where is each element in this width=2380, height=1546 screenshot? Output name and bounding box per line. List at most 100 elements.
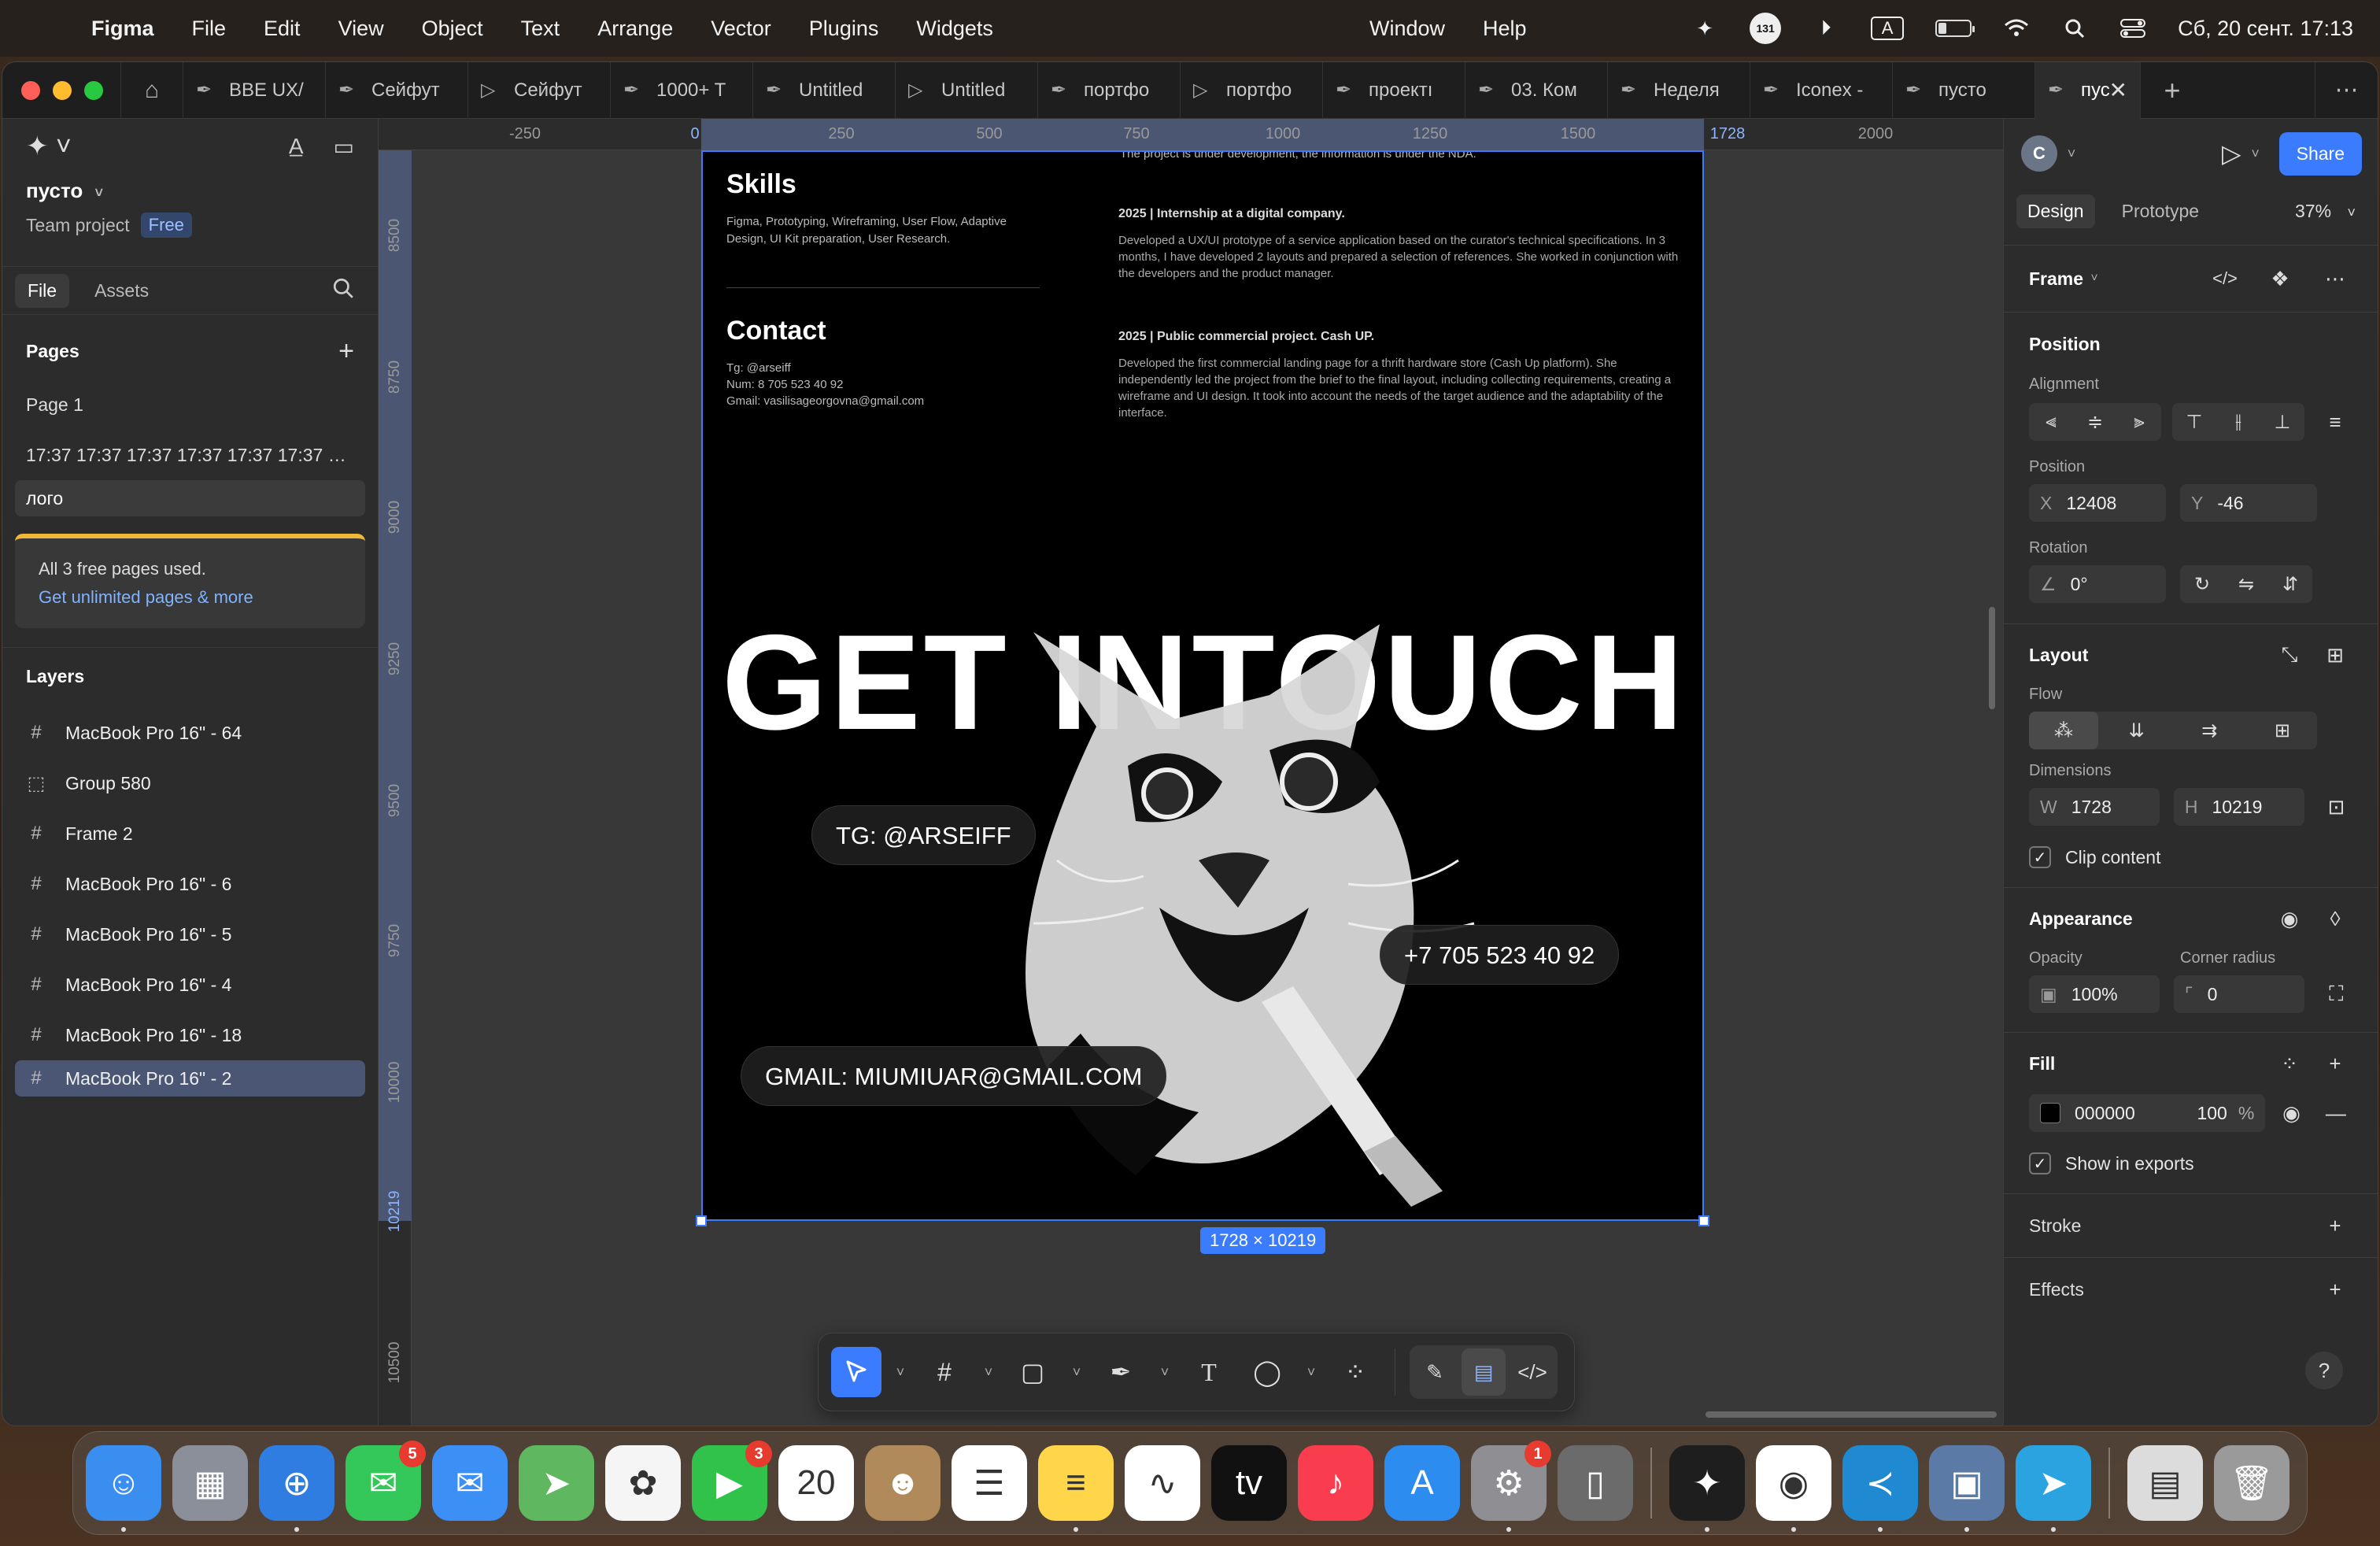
dev-mode-icon[interactable]: </> [1510, 1348, 1554, 1396]
chrome-icon[interactable]: ◉ [1756, 1445, 1831, 1532]
maps-icon[interactable]: ➤ [519, 1445, 594, 1521]
actions-tool[interactable]: ⁘ [1330, 1347, 1380, 1397]
add-effect-icon[interactable]: + [2316, 1270, 2354, 1308]
layer-item[interactable]: # MacBook Pro 16" - 18 [2, 1010, 378, 1060]
layer-item[interactable]: ⬚ Group 580 [2, 758, 378, 808]
file-tab[interactable]: ✒ проектı [1323, 62, 1465, 119]
add-stroke-icon[interactable]: + [2316, 1207, 2354, 1245]
rectangle-tool[interactable]: ▢ [1007, 1347, 1058, 1397]
file-tab[interactable]: ✒ Сейфут [326, 62, 468, 119]
eye-icon[interactable]: ◉ [2273, 1094, 2309, 1132]
fill-swatch[interactable] [2040, 1103, 2060, 1123]
figma-icon[interactable]: ✦ [1669, 1445, 1745, 1532]
freeform-icon[interactable]: ∿ [1125, 1445, 1200, 1521]
system-settings-icon[interactable]: ⚙ 1 [1471, 1441, 1551, 1532]
file-tab[interactable]: ▷ Untitled [896, 62, 1038, 119]
y-input[interactable]: Y -46 [2180, 484, 2317, 522]
text-tool[interactable]: T [1184, 1347, 1234, 1397]
tab-assets[interactable]: Assets [82, 274, 161, 308]
selected-frame[interactable]: The project is under development, the in… [701, 150, 1704, 1221]
menu-vector[interactable]: Vector [711, 17, 771, 41]
notification-count-badge[interactable]: 131 [1750, 13, 1782, 44]
preview-icon[interactable]: ▣ [1929, 1445, 2005, 1532]
chevron-down-icon[interactable]: ˅ [2060, 146, 2082, 162]
x-input[interactable]: X 12408 [2029, 484, 2166, 522]
upsell-link[interactable]: Get unlimited pages & more [39, 587, 342, 608]
tab-prototype[interactable]: Prototype [2111, 194, 2210, 228]
align-top-icon[interactable]: ⊤ [2172, 403, 2216, 441]
wifi-icon[interactable] [2003, 17, 2030, 40]
layer-item[interactable]: # MacBook Pro 16" - 2 [15, 1060, 365, 1097]
horizontal-scrollbar[interactable] [1706, 1411, 1997, 1418]
file-tab[interactable]: ✒ Untitled [753, 62, 896, 119]
flow-grid-icon[interactable]: ⊞ [2248, 712, 2317, 749]
avatar[interactable]: C [2021, 135, 2057, 172]
resize-handle[interactable] [696, 1215, 707, 1226]
rotation-input[interactable]: ∠ 0° [2029, 565, 2166, 603]
flip-vertical-icon[interactable]: ⇵ [2268, 565, 2312, 603]
effects-section-title[interactable]: Effects [2029, 1279, 2084, 1300]
battery-icon[interactable] [1935, 20, 1975, 37]
align-right-icon[interactable]: ⫸ [2117, 403, 2161, 441]
close-tab-icon[interactable]: ✕ [2109, 77, 2127, 103]
blend-mode-icon[interactable]: ◊ [2316, 900, 2354, 938]
figma-menubar-icon[interactable]: ✦ [1691, 17, 1718, 40]
fill-color-input[interactable]: 000000 100 % [2029, 1094, 2266, 1132]
menu-help[interactable]: Help [1483, 17, 1527, 41]
show-in-exports-checkbox[interactable]: ✓ [2029, 1152, 2051, 1174]
finder-icon[interactable]: ☺ [86, 1445, 161, 1532]
chevron-down-icon[interactable]: ˅ [1300, 1364, 1322, 1381]
eye-icon[interactable]: ◉ [2271, 900, 2308, 938]
new-tab-button[interactable]: + [2141, 74, 2204, 107]
resize-to-fit-icon[interactable]: ⊡ [2319, 788, 2354, 826]
flip-horizontal-icon[interactable]: ⇋ [2224, 565, 2268, 603]
distribute-icon[interactable]: ≡ [2316, 403, 2354, 441]
file-tab[interactable]: ✒ портфо [1038, 62, 1181, 119]
tab-file[interactable]: File [15, 273, 70, 308]
documents-icon[interactable]: ▤ [2127, 1445, 2203, 1521]
page-item[interactable]: Page 1 [2, 379, 378, 430]
file-tab[interactable]: ✒ BBE UX/ [183, 62, 326, 119]
figma-main-menu-icon[interactable]: ✦ ˅ [26, 131, 72, 162]
flow-horizontal-icon[interactable]: ⇉ [2175, 712, 2244, 749]
file-tab[interactable]: ✒ 03. Ком [1465, 62, 1608, 119]
add-page-button[interactable]: + [338, 336, 354, 367]
width-input[interactable]: W 1728 [2029, 788, 2160, 826]
align-bottom-icon[interactable]: ⊥ [2260, 403, 2304, 441]
tab-active[interactable]: ✒ пус ✕ [2035, 62, 2141, 119]
file-tab[interactable]: ✒ Неделя [1608, 62, 1750, 119]
menu-file[interactable]: File [192, 17, 227, 41]
music-icon[interactable]: ♪ [1298, 1445, 1373, 1521]
zoom-level[interactable]: 37% ˅ [2295, 201, 2367, 222]
frame-tool[interactable]: # [919, 1347, 970, 1397]
telegram-icon[interactable]: ➤ [2016, 1445, 2091, 1532]
file-tab[interactable]: ✒ 1000+ T [611, 62, 753, 119]
share-button[interactable]: Share [2278, 131, 2362, 176]
align-center-v-icon[interactable]: ⫲ [2216, 403, 2260, 441]
stroke-section-title[interactable]: Stroke [2029, 1215, 2081, 1237]
chevron-down-icon[interactable]: ˅ [2083, 272, 2105, 286]
text-style-icon[interactable]: A̲ [289, 134, 304, 160]
pen-tool[interactable]: ✒ [1096, 1347, 1146, 1397]
collapse-icon[interactable]: ⤡ [2271, 636, 2308, 674]
help-button[interactable]: ? [2305, 1352, 2343, 1389]
rotate-icon[interactable]: ↻ [2180, 565, 2224, 603]
vscode-icon[interactable]: ≺ [1842, 1445, 1918, 1532]
photos-icon[interactable]: ✿ [605, 1445, 681, 1521]
component-icon[interactable]: ❖ [2261, 260, 2299, 298]
independent-corners-icon[interactable]: ⛶ [2319, 975, 2354, 1013]
clock[interactable]: Сб, 20 сент. 17:13 [2178, 17, 2353, 41]
design-mode-icon[interactable]: ▤ [1462, 1348, 1506, 1396]
layer-item[interactable]: # MacBook Pro 16" - 64 [2, 708, 378, 758]
menu-widgets[interactable]: Widgets [916, 17, 993, 41]
canvas[interactable]: -25002505007501000125015001728200022 850… [379, 119, 2003, 1426]
file-tab[interactable]: ✒ Iconex - [1750, 62, 1893, 119]
height-input[interactable]: H 10219 [2173, 788, 2304, 826]
frame-section-title[interactable]: Frame [2029, 268, 2083, 290]
trash-icon[interactable]: 🗑 [2214, 1445, 2289, 1521]
chevron-down-icon[interactable]: ˅ [2245, 146, 2267, 162]
page-item-selected[interactable]: лого [15, 480, 365, 516]
chevron-down-icon[interactable]: ˅ [1066, 1364, 1088, 1381]
menu-text[interactable]: Text [521, 17, 560, 41]
layer-item[interactable]: # MacBook Pro 16" - 6 [2, 859, 378, 909]
